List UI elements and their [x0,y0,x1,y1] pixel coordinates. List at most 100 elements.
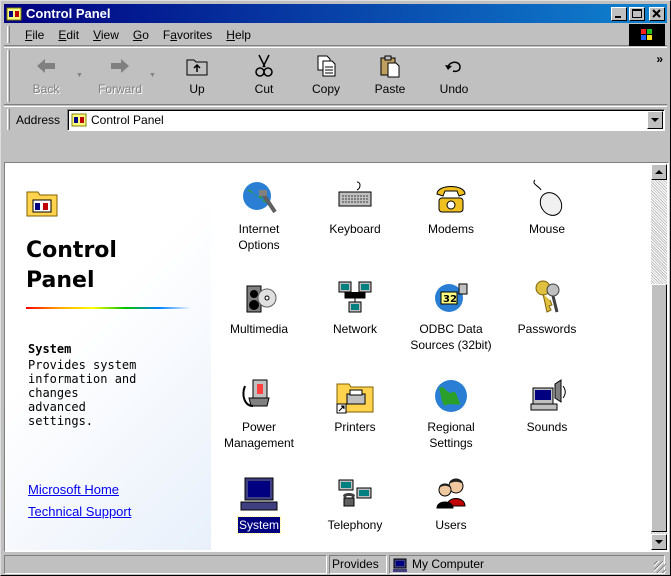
page-title: Control Panel [26,238,117,293]
minimize-button[interactable] [611,6,627,21]
undo-icon [445,61,461,73]
address-label: Address [16,113,61,127]
telephony-icon [338,479,372,507]
rainbow-divider [26,307,192,309]
toolbar: Back ▼ Forward ▼ Up Cut Copy Paste Undo [4,47,667,105]
item-odbc[interactable]: 32 ODBC Data Sources (32bit) [403,278,499,353]
menu-edit[interactable]: Edit [51,27,86,43]
status-zone-label: My Computer [412,557,485,571]
up-folder-icon [186,59,208,76]
addressbar-grip[interactable] [7,109,10,130]
item-system[interactable]: System [211,474,307,534]
menu-favorites[interactable]: Favorites [156,27,219,43]
forward-label: Forward [97,82,142,96]
item-printers[interactable]: Printers [307,376,403,435]
resize-grip[interactable] [654,561,666,573]
control-panel-folder-icon [26,191,58,217]
selected-item-title: System [28,342,72,356]
copy-button[interactable]: Copy [298,52,354,100]
item-multimedia[interactable]: Multimedia [211,278,307,337]
odbc-icon: 32 [435,283,468,312]
printers-folder-icon [336,383,374,414]
back-button[interactable]: Back [18,52,74,100]
keyboard-icon [338,181,372,207]
globe-icon [435,380,467,412]
paste-button[interactable]: Paste [362,52,418,100]
back-label: Back [32,82,60,96]
address-dropdown-button[interactable] [647,111,663,129]
forward-dropdown-icon[interactable]: ▼ [149,72,156,79]
item-users[interactable]: Users [403,474,499,533]
internet-options-icon [243,182,277,214]
network-icon [338,281,372,313]
address-bar: Address Control Panel [4,106,667,132]
item-passwords[interactable]: Passwords [499,278,595,337]
item-internet-options[interactable]: Internet Options [211,178,307,253]
chevron-down-icon [651,117,659,122]
item-telephony[interactable]: Telephony [307,474,403,533]
chevron-down-icon [655,539,663,544]
scroll-up-button[interactable] [651,164,667,180]
windows-logo-icon [629,24,665,46]
paste-clipboard-icon [380,55,400,78]
explorer-window: Control Panel File Edit View Go Favorite… [0,0,671,576]
menubar-grip[interactable] [7,26,10,43]
window-title: Control Panel [26,6,111,21]
menu-bar: File Edit View Go Favorites Help [4,24,667,46]
folder-view: Control Panel System Provides system info… [4,162,669,552]
address-field[interactable]: Control Panel [67,109,665,131]
scroll-down-button[interactable] [651,534,667,550]
back-dropdown-icon[interactable]: ▼ [76,72,83,79]
forward-arrow-icon [111,59,129,73]
vertical-scrollbar[interactable] [651,164,667,550]
link-technical-support[interactable]: Technical Support [28,504,131,519]
modem-phone-icon [436,186,466,213]
status-pane-empty [4,555,327,574]
title-bar[interactable]: Control Panel [4,4,667,23]
cut-label: Cut [254,82,274,96]
item-sounds[interactable]: Sounds [499,376,595,435]
forward-button[interactable]: Forward [92,52,148,100]
link-microsoft-home[interactable]: Microsoft Home [28,482,119,497]
svg-text:32: 32 [443,294,457,305]
menu-view[interactable]: View [86,27,126,43]
toolbar-more-chevron[interactable]: » [656,52,663,66]
icons-grid: Internet Options Keyboard Modems Mouse M… [211,164,651,550]
minimize-icon [615,15,621,18]
menu-help[interactable]: Help [219,27,258,43]
status-bar: Provides My Computer [4,554,667,574]
scroll-thumb[interactable] [651,284,667,532]
maximize-button[interactable] [629,6,645,21]
item-power-management[interactable]: Power Management [211,376,307,451]
paste-label: Paste [374,82,406,96]
chevron-up-icon [655,169,663,174]
maximize-icon [632,8,642,18]
menu-go[interactable]: Go [126,27,156,43]
up-label: Up [189,82,205,96]
copy-icon [317,55,336,77]
up-button[interactable]: Up [169,52,225,100]
multimedia-icon [246,285,277,313]
control-panel-icon [6,7,22,20]
undo-button[interactable]: Undo [426,52,482,100]
toolbar-grip[interactable] [7,50,10,102]
item-regional-settings[interactable]: Regional Settings [403,376,499,451]
close-button[interactable] [649,6,665,21]
keys-icon [535,280,560,313]
back-arrow-icon [37,59,55,73]
item-keyboard[interactable]: Keyboard [307,178,403,237]
cut-button[interactable]: Cut [236,52,292,100]
address-value: Control Panel [91,113,164,127]
undo-label: Undo [439,82,469,96]
copy-label: Copy [311,82,340,96]
web-view-side-panel: Control Panel System Provides system info… [6,164,211,550]
item-modems[interactable]: Modems [403,178,499,237]
users-icon [436,478,466,509]
item-mouse[interactable]: Mouse [499,178,595,237]
status-zone: My Computer [389,555,665,574]
my-computer-icon [393,558,407,572]
item-network[interactable]: Network [307,278,403,337]
close-icon [652,8,661,18]
menu-file[interactable]: File [18,27,51,43]
control-panel-icon [71,113,87,127]
